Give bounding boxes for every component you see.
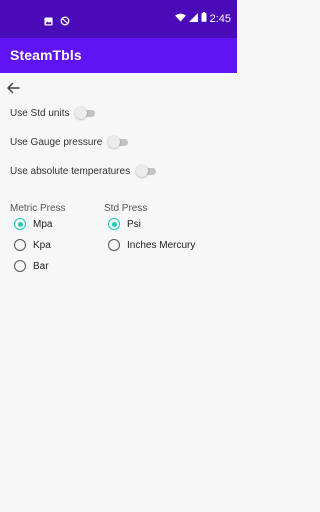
- std-units-switch[interactable]: [75, 107, 96, 119]
- radio-label: Inches Mercury: [127, 239, 196, 251]
- status-right-icons: 2:45: [174, 12, 231, 25]
- wifi-icon: [174, 13, 186, 25]
- gauge-pressure-switch[interactable]: [108, 136, 129, 148]
- radio-label: Mpa: [33, 218, 53, 230]
- absolute-temps-switch[interactable]: [136, 165, 157, 177]
- radio-label: Kpa: [33, 239, 51, 251]
- radio-inches-mercury[interactable]: Inches Mercury: [108, 239, 195, 251]
- status-left-icons: [44, 13, 70, 31]
- status-time: 2:45: [209, 12, 231, 25]
- data-saver-icon: [60, 13, 70, 31]
- radio-button[interactable]: [14, 260, 26, 272]
- radio-button[interactable]: [108, 239, 120, 251]
- back-button[interactable]: [5, 80, 21, 96]
- gauge-pressure-label: Use Gauge pressure: [10, 136, 103, 148]
- radio-kpa[interactable]: Kpa: [14, 239, 51, 251]
- signal-icon: [188, 12, 198, 25]
- metric-press-label: Metric Press: [10, 203, 66, 214]
- radio-label: Psi: [127, 218, 141, 230]
- absolute-temps-row[interactable]: Use absolute temperatures: [10, 165, 157, 177]
- radio-button[interactable]: [14, 239, 26, 251]
- radio-psi[interactable]: Psi: [108, 218, 141, 230]
- app-title: SteamTbls: [10, 47, 82, 63]
- switch-thumb: [136, 165, 149, 177]
- switch-thumb: [108, 136, 121, 148]
- std-units-row[interactable]: Use Std units: [10, 107, 96, 119]
- radio-bar[interactable]: Bar: [14, 260, 49, 272]
- std-press-label: Std Press: [104, 203, 148, 214]
- absolute-temps-label: Use absolute temperatures: [10, 165, 131, 177]
- switch-thumb: [75, 107, 88, 119]
- radio-button-selected[interactable]: [108, 218, 120, 230]
- app-bar: SteamTbls: [0, 38, 237, 73]
- image-icon: [44, 13, 53, 31]
- radio-label: Bar: [33, 260, 49, 272]
- battery-icon: [201, 12, 207, 25]
- back-arrow-icon: [7, 82, 20, 94]
- radio-mpa[interactable]: Mpa: [14, 218, 52, 230]
- status-bar: 2:45: [0, 0, 237, 38]
- gauge-pressure-row[interactable]: Use Gauge pressure: [10, 136, 129, 148]
- radio-button-selected[interactable]: [14, 218, 26, 230]
- std-units-label: Use Std units: [10, 107, 70, 119]
